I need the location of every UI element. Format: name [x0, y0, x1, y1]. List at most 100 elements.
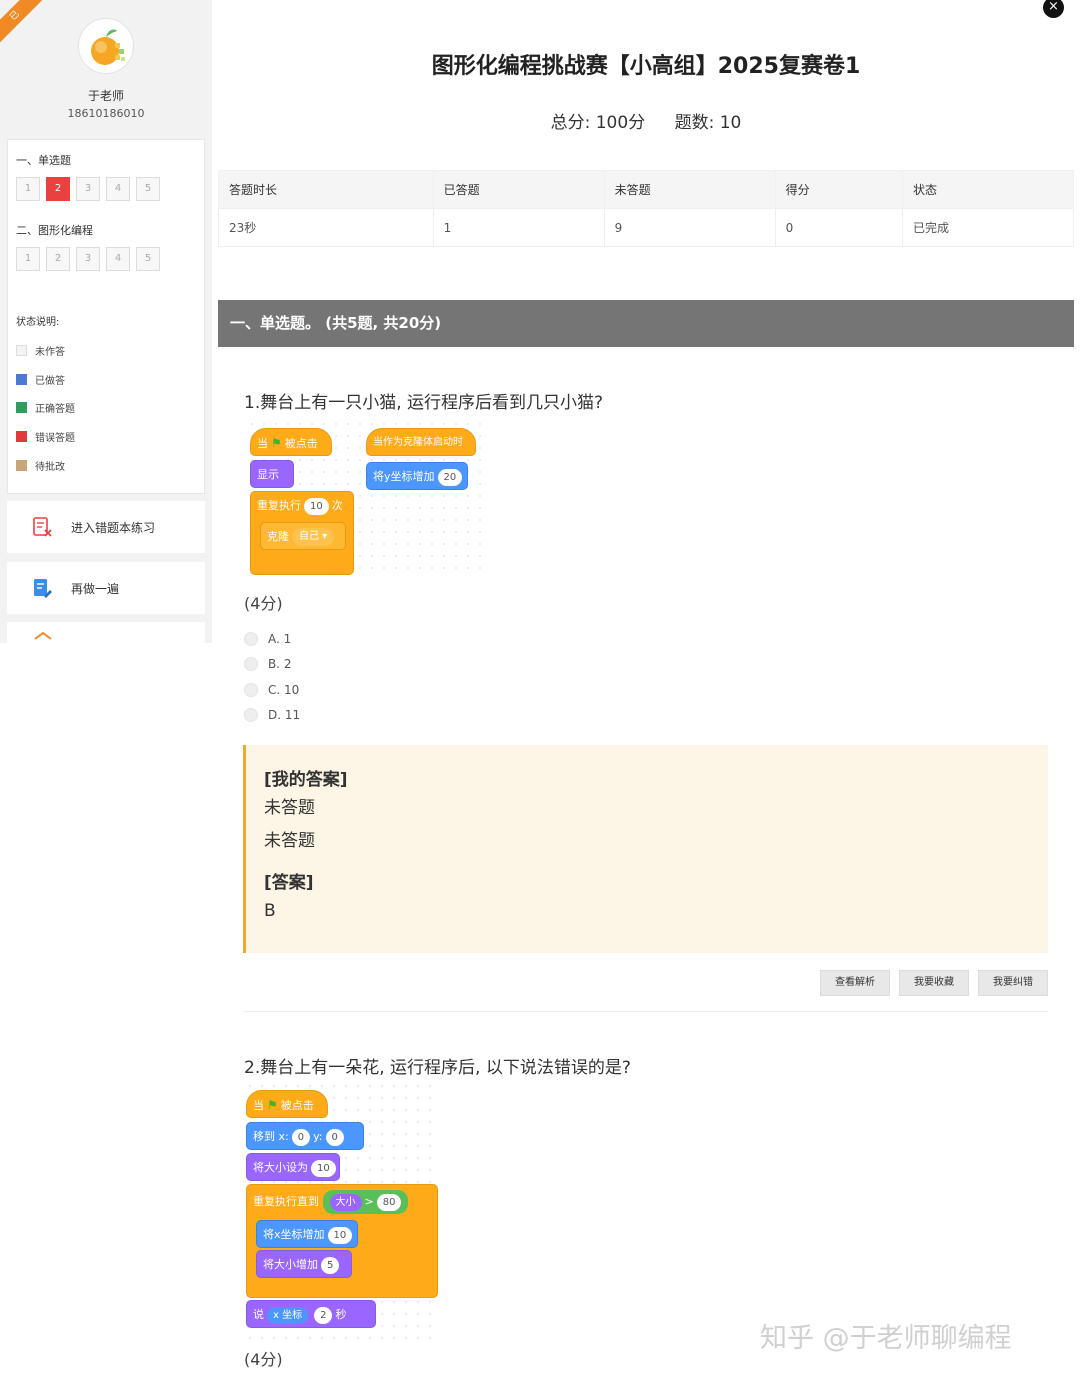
table-cell: 9 [603, 208, 776, 247]
question-nav-button[interactable]: 3 [76, 177, 100, 201]
my-answer-value: 未答题 [264, 798, 315, 818]
close-button[interactable]: × [1043, 0, 1064, 18]
change-size-value: 5 [321, 1256, 340, 1274]
watermark: 知乎 @于老师聊编程 [760, 1323, 1012, 1354]
clone-block: 克隆 自己 ▾ [260, 522, 346, 550]
question-nav-button-wrong[interactable]: 2 [46, 177, 70, 201]
option-label: B. 2 [268, 657, 292, 671]
say-for-secs-block: 说x 坐标 2 秒 [246, 1300, 376, 1328]
set-size-value: 10 [311, 1159, 336, 1177]
block-text: 重复执行直到 [253, 1195, 319, 1208]
divider [243, 1011, 1048, 1012]
sidebar-action-partial[interactable] [7, 622, 205, 643]
goto-xy-block: 移到 x: 0 y: 0 [246, 1122, 364, 1150]
legend-swatch [16, 374, 27, 385]
option-d[interactable]: D. 11 [244, 708, 300, 722]
block-text: 克隆 [267, 530, 289, 543]
question-nav-button[interactable]: 4 [106, 247, 130, 271]
legend-item-pending: 待批改 [16, 458, 65, 473]
option-label: A. 1 [268, 632, 292, 646]
my-answer-value: 未答题 [264, 831, 315, 851]
error-book-icon [33, 517, 52, 537]
radio-button[interactable] [244, 683, 258, 697]
sidebar: 已 于老师 18610186010 一、单选题 1 2 3 4 5 二、图形化编… [0, 0, 212, 643]
total-score: 总分: 100分 [550, 113, 646, 133]
option-label: C. 10 [268, 683, 300, 697]
question-1-code-image: 当 ⚑ 被点击 显示 重复执行 10 次 克隆 自己 ▾ 当作为克隆体启动时 将y坐标增加… [246, 418, 486, 576]
question-nav-button[interactable]: 5 [136, 247, 160, 271]
legend-label: 错误答题 [35, 433, 75, 444]
exam-result-page: 已 于老师 18610186010 一、单选题 1 2 3 4 5 二、图形化编… [0, 0, 1080, 1379]
radio-button[interactable] [244, 708, 258, 722]
error-book-practice-label: 进入错题本练习 [71, 520, 156, 535]
answer-heading: [答案] [264, 873, 314, 893]
question-nav-button[interactable]: 4 [106, 177, 130, 201]
radio-button[interactable] [244, 632, 258, 646]
option-c[interactable]: C. 10 [244, 683, 299, 697]
option-label: D. 11 [268, 708, 301, 722]
greater-than-operator: 大小 >80 [322, 1190, 409, 1214]
green-flag-icon: ⚑ [267, 1098, 278, 1112]
legend-label: 正确答题 [35, 404, 75, 415]
block-text: > [364, 1195, 374, 1208]
question-1-text: 1.舞台上有一只小猫, 运行程序后看到几只小猫? [244, 393, 604, 413]
question-1-score: (4分) [244, 594, 283, 613]
option-a[interactable]: A. 1 [244, 632, 291, 646]
teacher-name: 于老师 [87, 89, 124, 103]
redo-button[interactable]: 再做一遍 [7, 562, 205, 614]
option-b[interactable]: B. 2 [244, 657, 292, 671]
block-text: y: [313, 1130, 323, 1143]
favorite-button[interactable]: 我要收藏 [899, 970, 969, 996]
close-icon: × [1048, 0, 1059, 14]
set-size-block: 将大小设为 10 [246, 1153, 340, 1181]
question-nav-button[interactable]: 2 [46, 247, 70, 271]
single-choice-question-buttons: 1 2 3 4 5 [16, 177, 160, 201]
section-header-bar: 一、单选题。 (共5题, 共20分) [218, 300, 1074, 347]
change-x-block: 将x坐标增加 10 [256, 1220, 358, 1248]
report-error-button[interactable]: 我要纠错 [978, 970, 1048, 996]
question-2-code-image: 当 ⚑ 被点击 移到 x: 0 y: 0 将大小设为 10 重复执行直到 大小 >80 将x坐… [244, 1080, 440, 1340]
block-text: 次 [331, 499, 343, 512]
block-text: 将y坐标增加 [373, 470, 435, 483]
question-nav-button[interactable]: 3 [76, 247, 100, 271]
teacher-phone: 18610186010 [67, 107, 145, 120]
block-text: 重复执行 [257, 499, 301, 512]
when-start-as-clone-block: 当作为克隆体启动时 [366, 428, 476, 456]
legend-item-correct: 正确答题 [16, 400, 75, 415]
change-size-block: 将大小增加 5 [256, 1250, 352, 1278]
legend-swatch [16, 431, 27, 442]
block-text: 被点击 [280, 1099, 314, 1112]
change-y-value: 20 [437, 468, 463, 486]
error-book-practice-button[interactable]: 进入错题本练习 [7, 501, 205, 553]
redo-icon [34, 579, 52, 598]
table-header: 答题时长 [218, 170, 434, 209]
gt-value: 80 [376, 1193, 402, 1211]
legend-swatch [16, 460, 27, 471]
my-answer-heading: [我的答案] [264, 770, 348, 790]
block-text: 将x坐标增加 [263, 1228, 325, 1241]
question-nav-button[interactable]: 1 [16, 247, 40, 271]
table-row: 23秒 1 9 0 已完成 [218, 208, 1075, 247]
clone-target-dropdown: 自己 ▾ [292, 528, 335, 546]
x-position-reporter: x 坐标 [267, 1306, 309, 1324]
answer-value: B [264, 901, 276, 921]
exam-summary: 总分: 100分 题数: 10 [212, 108, 1080, 133]
section-title-single-choice: 一、单选题 [16, 154, 71, 167]
legend-title: 状态说明: [16, 317, 60, 328]
question-nav-button[interactable]: 1 [16, 177, 40, 201]
view-analysis-button[interactable]: 查看解析 [820, 970, 890, 996]
table-header: 已答题 [432, 170, 605, 209]
legend-label: 待批改 [35, 462, 65, 473]
legend-item-answered: 已做答 [16, 372, 65, 387]
goto-y-value: 0 [325, 1128, 344, 1146]
change-y-block: 将y坐标增加 20 [366, 462, 468, 490]
question-2-score: (4分) [244, 1350, 283, 1369]
redo-label: 再做一遍 [71, 581, 120, 596]
section-title-graphical: 二、图形化编程 [16, 224, 93, 237]
legend-label: 未作答 [35, 347, 65, 358]
change-x-value: 10 [327, 1226, 353, 1244]
answer-box: [我的答案] 未答题 未答题 [答案] B [243, 745, 1048, 953]
question-nav-button[interactable]: 5 [136, 177, 160, 201]
when-flag-clicked-block: 当 ⚑ 被点击 [246, 1090, 328, 1118]
radio-button[interactable] [244, 657, 258, 671]
